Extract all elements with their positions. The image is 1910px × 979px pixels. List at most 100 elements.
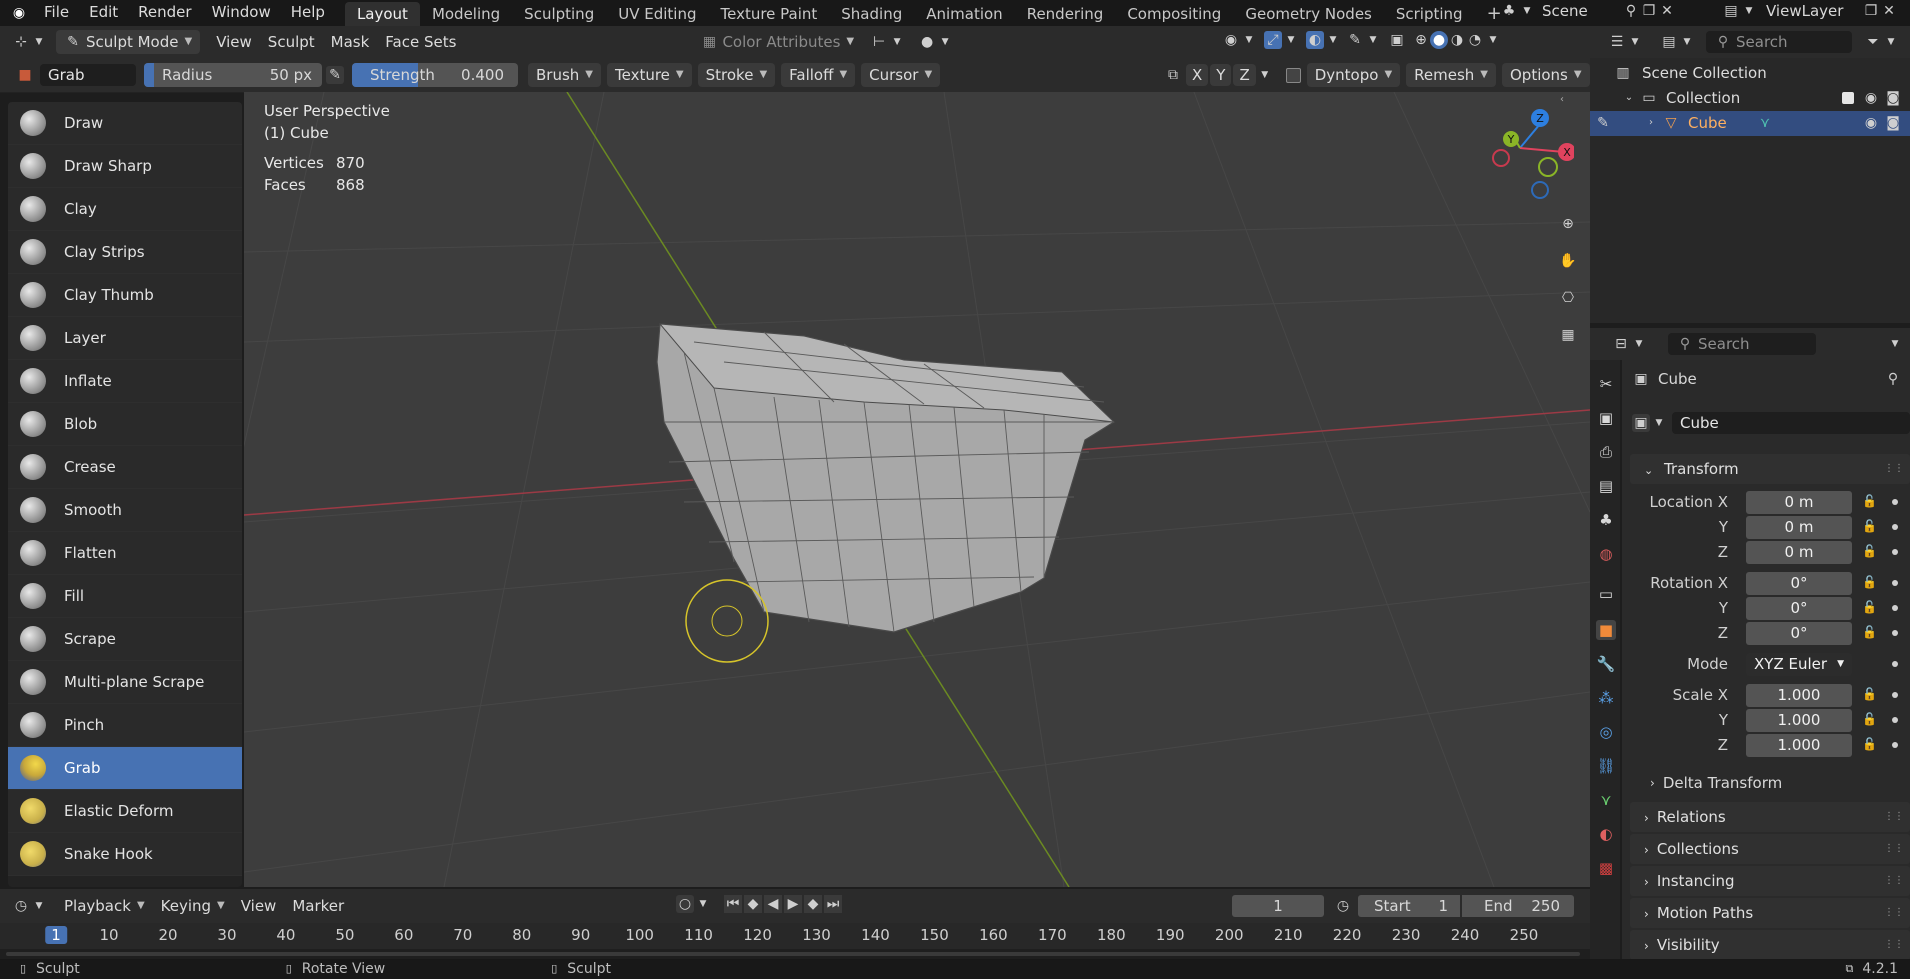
tool-clay-strips[interactable]: Clay Strips	[8, 231, 242, 274]
tool-snake-hook[interactable]: Snake Hook	[8, 833, 242, 876]
chevron-down-icon[interactable]: ▼	[1886, 335, 1904, 353]
remesh-dropdown[interactable]: Remesh ▼	[1406, 63, 1496, 87]
lock-icon[interactable]: 🔓	[1862, 625, 1877, 639]
menu-face-sets[interactable]: Face Sets	[377, 30, 464, 54]
camera-render-icon[interactable]: ◙	[1884, 89, 1902, 107]
auto-keying-icon[interactable]: ○	[676, 895, 694, 913]
xray-toggle-icon[interactable]: ▣	[1388, 31, 1406, 49]
dyntopo-dropdown[interactable]: Dyntopo ▼	[1306, 63, 1401, 87]
playback-menu[interactable]: Playback ▼	[56, 894, 153, 918]
play-icon[interactable]: ▶	[784, 895, 802, 913]
tab-texture-paint[interactable]: Texture Paint	[708, 2, 829, 26]
symmetry-x-toggle[interactable]: X	[1186, 64, 1209, 86]
properties-search-input[interactable]: ⚲ Search	[1668, 333, 1816, 355]
instancing-section-header[interactable]: › Instancing ⋮⋮	[1630, 866, 1910, 896]
outliner-row-cube[interactable]: ✎ › ▽ Cube ⋎ ◉ ◙	[1590, 111, 1910, 136]
outliner-editor-icon[interactable]: ☰	[1608, 33, 1626, 51]
drag-handle-icon[interactable]: ⋮⋮	[1884, 834, 1904, 864]
physics-tab-icon[interactable]: ◎	[1596, 722, 1616, 742]
eye-icon[interactable]: ◉	[1862, 114, 1880, 132]
filter-icon[interactable]: ⏷	[1864, 33, 1882, 51]
outliner-search-input[interactable]: ⚲ Search	[1706, 31, 1852, 53]
properties-editor-icon[interactable]: ⊟	[1612, 335, 1630, 353]
timeline-view-menu[interactable]: View	[233, 894, 285, 918]
drag-handle-icon[interactable]: ⋮⋮	[1884, 454, 1904, 484]
tab-layout[interactable]: Layout	[344, 1, 420, 26]
pivot-point-icon[interactable]: ●	[918, 33, 936, 51]
perspective-grid-icon[interactable]: ▦	[1554, 321, 1582, 349]
tool-draw[interactable]: Draw	[8, 102, 242, 145]
view-layer-tab-icon[interactable]: ▤	[1596, 476, 1616, 496]
new-viewlayer-icon[interactable]: ❐	[1862, 2, 1880, 20]
tool-pinch[interactable]: Pinch	[8, 704, 242, 747]
location-x-field[interactable]: 0 m	[1746, 491, 1852, 514]
tool-grab[interactable]: Grab	[8, 747, 242, 790]
marker-menu[interactable]: Marker	[284, 894, 352, 918]
timeline-scrollbar[interactable]	[0, 949, 1590, 959]
outliner-row-collection[interactable]: ⌄ ▭ Collection ◉ ◙	[1590, 86, 1910, 111]
texture-tab-icon[interactable]: ▩	[1596, 858, 1616, 878]
tool-draw-sharp[interactable]: Draw Sharp	[8, 145, 242, 188]
current-frame-field[interactable]: 1	[1232, 895, 1324, 917]
editor-type-icon[interactable]: ⊹	[12, 33, 30, 51]
radius-slider[interactable]: Radius 50 px	[144, 63, 322, 87]
tab-compositing[interactable]: Compositing	[1115, 2, 1233, 26]
pin-icon[interactable]: ⚲	[1622, 2, 1640, 20]
collection-tab-icon[interactable]: ▭	[1596, 584, 1616, 604]
lock-icon[interactable]: 🔓	[1862, 544, 1877, 558]
gizmo-neg-z-icon[interactable]	[1531, 181, 1549, 199]
play-reverse-icon[interactable]: ◀	[764, 895, 782, 913]
gizmo-neg-y-icon[interactable]	[1538, 157, 1558, 177]
data-tab-icon[interactable]: ⋎	[1596, 790, 1616, 810]
eye-icon[interactable]: ◉	[1862, 89, 1880, 107]
keyframe-dot-icon[interactable]	[1892, 717, 1898, 723]
solid-shading-icon[interactable]: ●	[1430, 31, 1448, 49]
tool-inflate[interactable]: Inflate	[8, 360, 242, 403]
tool-blob[interactable]: Blob	[8, 403, 242, 446]
menu-window[interactable]: Window	[202, 0, 281, 26]
tool-multi-plane-scrape[interactable]: Multi-plane Scrape	[8, 661, 242, 704]
timeline-ruler[interactable]: 1 10 20 30 40 50 60 70 80 90 100 110 120 130 140 150 160…	[0, 923, 1590, 949]
display-mode-icon[interactable]: ▤	[1660, 33, 1678, 51]
drag-handle-icon[interactable]: ⋮⋮	[1884, 802, 1904, 832]
chevron-right-icon[interactable]: ›	[1642, 114, 1660, 132]
viewlayer-selector[interactable]: ▤ ▼ ViewLayer ❐ ✕	[1722, 2, 1898, 20]
tool-crease[interactable]: Crease	[8, 446, 242, 489]
drag-handle-icon[interactable]: ⋮⋮	[1884, 898, 1904, 928]
keyframe-dot-icon[interactable]	[1892, 742, 1898, 748]
scene-selector[interactable]: ♣ ▼ Scene ⚲ ❐ ✕	[1500, 2, 1676, 20]
keyframe-dot-icon[interactable]	[1892, 630, 1898, 636]
tool-tab-icon[interactable]: ✂	[1596, 374, 1616, 394]
end-frame-field[interactable]: End 250	[1462, 895, 1574, 917]
texture-dropdown[interactable]: Texture ▼	[607, 63, 692, 87]
keying-menu[interactable]: Keying ▼	[153, 894, 233, 918]
scale-x-field[interactable]: 1.000	[1746, 684, 1852, 707]
menu-mask[interactable]: Mask	[323, 30, 378, 54]
particles-tab-icon[interactable]: ⁂	[1596, 688, 1616, 708]
jump-to-end-icon[interactable]: ⏭	[824, 895, 842, 913]
outliner-row-scene-collection[interactable]: ▥ Scene Collection	[1590, 61, 1910, 86]
keyframe-dot-icon[interactable]	[1892, 499, 1898, 505]
object-tab-icon[interactable]: ■	[1596, 620, 1616, 640]
rotation-mode-dropdown[interactable]: XYZ Euler ▼	[1746, 653, 1852, 676]
tab-rendering[interactable]: Rendering	[1015, 2, 1116, 26]
delta-transform-subsection[interactable]: › Delta Transform	[1650, 770, 1910, 795]
mesh-edit-overlay-icon[interactable]: ✎	[1346, 31, 1364, 49]
menu-render[interactable]: Render	[128, 0, 201, 26]
tab-modeling[interactable]: Modeling	[420, 2, 512, 26]
jump-to-start-icon[interactable]: ⏮	[724, 895, 742, 913]
scale-z-field[interactable]: 1.000	[1746, 734, 1852, 757]
tool-clay[interactable]: Clay	[8, 188, 242, 231]
pin-icon[interactable]: ⚲	[1884, 370, 1902, 388]
visibility-section-header[interactable]: › Visibility ⋮⋮	[1630, 930, 1910, 960]
object-name-field[interactable]: Cube	[1672, 412, 1910, 434]
camera-view-icon[interactable]: ⎔	[1554, 284, 1582, 312]
sidebar-toggle-icon[interactable]: ‹	[1560, 94, 1564, 105]
overlays-toggle-icon[interactable]: ◐	[1306, 31, 1324, 49]
jump-to-keyframe-icon[interactable]: ◆	[744, 895, 762, 913]
output-tab-icon[interactable]: ⎙	[1596, 442, 1616, 462]
pressure-radius-icon[interactable]: ✎	[326, 66, 344, 84]
wireframe-shading-icon[interactable]: ⊕	[1412, 31, 1430, 49]
location-z-field[interactable]: 0 m	[1746, 541, 1852, 564]
collection-exclude-checkbox[interactable]	[1842, 92, 1854, 104]
